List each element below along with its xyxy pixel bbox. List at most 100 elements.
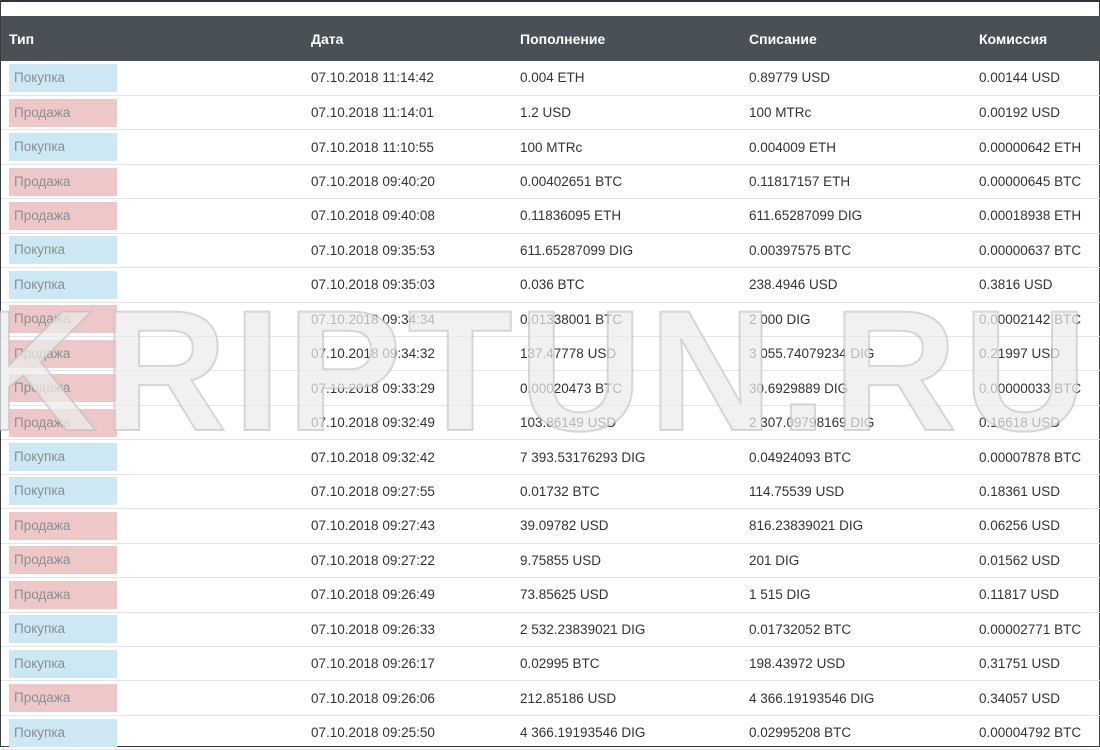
header-deposit[interactable]: Пополнение: [520, 16, 749, 61]
cell-withdrawal: 0.004009 ETH: [749, 139, 837, 155]
cell-type: Покупка: [1, 233, 311, 267]
cell-date: 07.10.2018 09:26:49: [311, 587, 435, 603]
cell-type: Продажа: [1, 371, 311, 405]
cell-date: 07.10.2018 09:32:42: [311, 449, 435, 465]
table-row[interactable]: Продажа 07.10.2018 09:40:20 0.00402651 BTC…: [1, 164, 1100, 199]
cell-fee: 0.31751 USD: [979, 656, 1061, 672]
cell-date: 07.10.2018 09:35:53: [311, 242, 435, 258]
cell-type: Покупка: [1, 474, 311, 508]
cell-fee: 0.3816 USD: [979, 277, 1053, 293]
table-row[interactable]: Продажа 07.10.2018 09:27:22 9.75855 USD 201…: [1, 543, 1100, 578]
panel-top-border: [1, 0, 1100, 2]
cell-fee: 0.00000645 BTC: [979, 174, 1082, 190]
cell-type: Продажа: [1, 302, 311, 336]
header-date[interactable]: Дата: [311, 16, 520, 61]
table-row[interactable]: Покупка 07.10.2018 09:32:42 7 393.53176293…: [1, 440, 1100, 475]
table-body: Покупка 07.10.2018 11:14:42 0.004 ETH 0.897…: [1, 61, 1100, 750]
table-row[interactable]: Продажа 07.10.2018 09:33:29 0.00020473 BTC…: [1, 371, 1100, 406]
cell-date: 07.10.2018 09:32:49: [311, 415, 435, 431]
cell-type: Покупка: [1, 612, 311, 646]
sell-badge: Продажа: [9, 546, 117, 575]
cell-withdrawal: 0.02995208 BTC: [749, 725, 852, 741]
table-row[interactable]: Покупка 07.10.2018 09:27:55 0.01732 BTC 114…: [1, 474, 1100, 509]
cell-withdrawal: 201 DIG: [749, 552, 800, 568]
table-row[interactable]: Покупка 07.10.2018 09:25:50 4 366.19193546…: [1, 715, 1100, 750]
cell-withdrawal: 114.75539 USD: [749, 483, 845, 499]
buy-badge: Покупка: [9, 615, 117, 644]
cell-type: Продажа: [1, 509, 311, 543]
transactions-table: Тип Дата Пополнение Списание Комиссия По…: [1, 16, 1100, 750]
cell-type: Продажа: [1, 681, 311, 715]
table-row[interactable]: Продажа 07.10.2018 09:32:49 103.86149 USD 2…: [1, 405, 1100, 440]
cell-fee: 0.00018938 ETH: [979, 208, 1082, 224]
transactions-panel: Тип Дата Пополнение Списание Комиссия По…: [0, 0, 1100, 750]
cell-date: 07.10.2018 09:26:06: [311, 690, 435, 706]
table-row[interactable]: Покупка 07.10.2018 09:26:17 0.02995 BTC 198…: [1, 646, 1100, 681]
table-row[interactable]: Покупка 07.10.2018 09:35:03 0.036 BTC 238.4…: [1, 268, 1100, 303]
table-row[interactable]: Продажа 07.10.2018 11:14:01 1.2 USD 100 MTR…: [1, 95, 1100, 130]
table-row[interactable]: Продажа 07.10.2018 09:26:06 212.85186 USD 4…: [1, 681, 1100, 716]
sell-badge: Продажа: [9, 684, 117, 713]
cell-type: Покупка: [1, 715, 311, 749]
cell-fee: 0.06256 USD: [979, 518, 1061, 534]
buy-badge: Покупка: [9, 718, 117, 747]
cell-deposit: 0.00020473 BTC: [520, 380, 623, 396]
cell-type: Продажа: [1, 164, 311, 198]
cell-fee: 0.00000642 ETH: [979, 139, 1082, 155]
table-row[interactable]: Продажа 07.10.2018 09:34:34 0.01338001 BTC…: [1, 302, 1100, 337]
cell-date: 07.10.2018 09:33:29: [311, 380, 435, 396]
cell-fee: 0.00002142 BTC: [979, 311, 1082, 327]
sell-badge: Продажа: [9, 201, 117, 230]
cell-date: 07.10.2018 11:10:55: [311, 139, 434, 155]
table-row[interactable]: Покупка 07.10.2018 09:26:33 2 532.23839021…: [1, 612, 1100, 647]
cell-withdrawal: 2 000 DIG: [749, 311, 811, 327]
cell-deposit: 39.09782 USD: [520, 518, 609, 534]
cell-date: 07.10.2018 09:35:03: [311, 277, 435, 293]
cell-deposit: 0.01732 BTC: [520, 483, 600, 499]
cell-fee: 0.00004792 BTC: [979, 725, 1082, 741]
cell-deposit: 1.2 USD: [520, 105, 572, 121]
cell-withdrawal: 0.00397575 BTC: [749, 242, 852, 258]
cell-deposit: 0.01338001 BTC: [520, 311, 623, 327]
cell-fee: 0.00000637 BTC: [979, 242, 1082, 258]
cell-date: 07.10.2018 09:27:43: [311, 518, 435, 534]
cell-type: Покупка: [1, 130, 311, 164]
cell-deposit: 103.86149 USD: [520, 415, 617, 431]
cell-deposit: 2 532.23839021 DIG: [520, 621, 646, 637]
buy-badge: Покупка: [9, 236, 117, 265]
cell-withdrawal: 0.89779 USD: [749, 70, 831, 86]
cell-withdrawal: 4 366.19193546 DIG: [749, 690, 875, 706]
sell-badge: Продажа: [9, 98, 117, 127]
cell-fee: 0.00144 USD: [979, 70, 1061, 86]
table-row[interactable]: Продажа 07.10.2018 09:40:08 0.11836095 ETH…: [1, 199, 1100, 234]
table-row[interactable]: Продажа 07.10.2018 09:27:43 39.09782 USD 81…: [1, 509, 1100, 544]
header-type[interactable]: Тип: [1, 16, 311, 61]
sell-badge: Продажа: [9, 305, 117, 334]
cell-type: Покупка: [1, 268, 311, 302]
cell-date: 07.10.2018 09:26:33: [311, 621, 435, 637]
table-row[interactable]: Продажа 07.10.2018 09:34:32 137.47778 USD 3…: [1, 337, 1100, 371]
table-row[interactable]: Покупка 07.10.2018 11:14:42 0.004 ETH 0.897…: [1, 61, 1100, 96]
cell-deposit: 0.00402651 BTC: [520, 174, 623, 190]
table-row[interactable]: Продажа 07.10.2018 09:26:49 73.85625 USD 1 …: [1, 578, 1100, 612]
table-row[interactable]: Покупка 07.10.2018 11:10:55 100 MTRc 0.0040…: [1, 130, 1100, 165]
sell-badge: Продажа: [9, 580, 117, 609]
cell-date: 07.10.2018 09:27:55: [311, 483, 435, 499]
cell-fee: 0.00007878 BTC: [979, 449, 1082, 465]
buy-badge: Покупка: [9, 443, 117, 472]
buy-badge: Покупка: [9, 133, 117, 162]
cell-withdrawal: 3 055.74079234 DIG: [749, 346, 875, 362]
cell-date: 07.10.2018 09:34:32: [311, 346, 435, 362]
cell-type: Покупка: [1, 440, 311, 474]
buy-badge: Покупка: [9, 270, 117, 299]
cell-withdrawal: 816.23839021 DIG: [749, 518, 864, 534]
header-fee[interactable]: Комиссия: [979, 16, 1100, 61]
cell-fee: 0.18361 USD: [979, 483, 1061, 499]
cell-deposit: 0.02995 BTC: [520, 656, 600, 672]
cell-date: 07.10.2018 09:34:34: [311, 311, 435, 327]
sell-badge: Продажа: [9, 374, 117, 403]
header-withdrawal[interactable]: Списание: [749, 16, 979, 61]
table-row[interactable]: Покупка 07.10.2018 09:35:53 611.65287099 D…: [1, 233, 1100, 268]
cell-type: Продажа: [1, 543, 311, 577]
table-header-row: Тип Дата Пополнение Списание Комиссия: [1, 16, 1100, 61]
